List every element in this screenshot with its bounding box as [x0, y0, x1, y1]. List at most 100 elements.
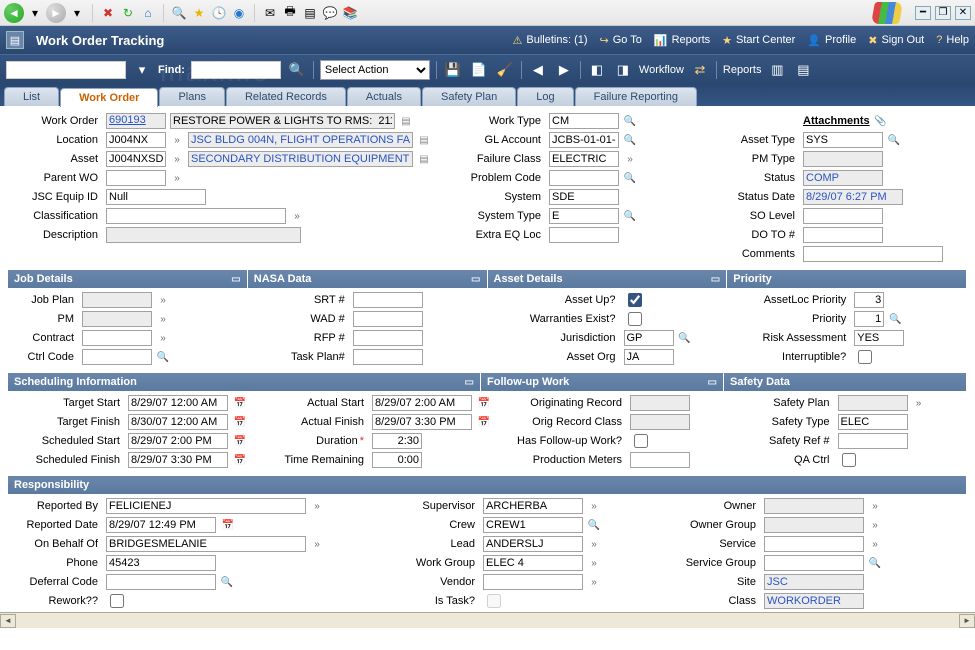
- longdesc-icon[interactable]: ▤: [399, 114, 413, 128]
- workflow-icon[interactable]: ⇄: [690, 60, 710, 80]
- systemtype-lookup-icon[interactable]: 🔍: [623, 209, 637, 223]
- work-order-link[interactable]: 690193: [109, 114, 146, 126]
- quicksearch-dropdown-icon[interactable]: ▾: [132, 60, 152, 80]
- route-stop-icon[interactable]: ◨: [613, 60, 633, 80]
- assettype-lookup-icon[interactable]: 🔍: [887, 133, 901, 147]
- signout-link[interactable]: ✖Sign Out: [868, 34, 924, 47]
- startcenter-link[interactable]: ★Start Center: [722, 34, 795, 47]
- safetyplan-lookup-icon[interactable]: »: [912, 396, 926, 410]
- lead-input[interactable]: [483, 536, 583, 552]
- problemcode-lookup-icon[interactable]: 🔍: [623, 171, 637, 185]
- deferral-input[interactable]: [106, 574, 216, 590]
- horizontal-scrollbar[interactable]: ◄ ►: [0, 612, 975, 628]
- search-icon[interactable]: 🔍: [170, 4, 188, 22]
- assetup-checkbox[interactable]: [628, 293, 642, 307]
- stop-icon[interactable]: ✖: [99, 4, 117, 22]
- owner-lookup-icon[interactable]: »: [868, 499, 882, 513]
- jurisdiction-lookup-icon[interactable]: 🔍: [678, 331, 692, 345]
- tab-log[interactable]: Log: [517, 87, 573, 106]
- tab-list[interactable]: List: [4, 87, 59, 106]
- qactrl-checkbox[interactable]: [842, 453, 856, 467]
- calendar-icon[interactable]: 📅: [232, 453, 248, 467]
- edit-icon[interactable]: ▤: [301, 4, 319, 22]
- comments-input[interactable]: [803, 246, 943, 262]
- home-icon[interactable]: ⌂: [139, 4, 157, 22]
- reportedby-lookup-icon[interactable]: »: [310, 499, 324, 513]
- select-action-dropdown[interactable]: Select Action: [320, 60, 430, 80]
- risk-input[interactable]: [854, 330, 904, 346]
- priority-lookup-icon[interactable]: 🔍: [888, 312, 902, 326]
- asset-input[interactable]: [106, 151, 166, 167]
- reports-run-icon[interactable]: ▥: [767, 60, 787, 80]
- ctrlcode-input[interactable]: [82, 349, 152, 365]
- problemcode-input[interactable]: [549, 170, 619, 186]
- bulletins-link[interactable]: ⚠Bulletins: (1): [513, 34, 588, 47]
- quicksearch-input[interactable]: [6, 61, 126, 79]
- workgroup-input[interactable]: [483, 555, 583, 571]
- wad-input[interactable]: [353, 311, 423, 327]
- asset-lookup-icon[interactable]: »: [170, 152, 184, 166]
- worktype-lookup-icon[interactable]: 🔍: [623, 114, 637, 128]
- description-input[interactable]: [106, 227, 301, 243]
- taskplan-input[interactable]: [353, 349, 423, 365]
- classification-lookup-icon[interactable]: »: [290, 209, 304, 223]
- tab-plans[interactable]: Plans: [159, 87, 225, 106]
- ownergroup-lookup-icon[interactable]: »: [868, 518, 882, 532]
- work-order-desc[interactable]: [170, 113, 395, 129]
- tab-work-order[interactable]: Work Order: [60, 88, 158, 107]
- back-dropdown-icon[interactable]: ▾: [26, 4, 44, 22]
- system-input[interactable]: [549, 189, 619, 205]
- prev-icon[interactable]: ◀: [528, 60, 548, 80]
- route-start-icon[interactable]: ◧: [587, 60, 607, 80]
- failureclass-lookup-icon[interactable]: »: [623, 152, 637, 166]
- onbehalf-input[interactable]: [106, 536, 306, 552]
- assetorg-input[interactable]: [624, 349, 674, 365]
- jurisdiction-input[interactable]: [624, 330, 674, 346]
- extraeq-input[interactable]: [549, 227, 619, 243]
- vendor-lookup-icon[interactable]: »: [587, 575, 601, 589]
- classification-input[interactable]: [106, 208, 286, 224]
- attachments-icon[interactable]: 📎: [874, 114, 888, 128]
- calendar-icon[interactable]: 📅: [232, 415, 248, 429]
- solevel-input[interactable]: [803, 208, 883, 224]
- calendar-icon[interactable]: 📅: [476, 415, 492, 429]
- location-lookup-icon[interactable]: »: [170, 133, 184, 147]
- window-minimize-button[interactable]: ━: [915, 6, 931, 20]
- crew-lookup-icon[interactable]: 🔍: [587, 518, 601, 532]
- ctrlcode-lookup-icon[interactable]: 🔍: [156, 350, 170, 364]
- scroll-right-button[interactable]: ►: [959, 614, 975, 628]
- section-collapse-icon[interactable]: ▭: [231, 274, 240, 285]
- discuss-icon[interactable]: 💬: [321, 4, 339, 22]
- history-icon[interactable]: 🕓: [210, 4, 228, 22]
- find-input[interactable]: [191, 61, 281, 79]
- parentwo-lookup-icon[interactable]: »: [170, 171, 184, 185]
- research-icon[interactable]: 📚: [341, 4, 359, 22]
- glaccount-lookup-icon[interactable]: 🔍: [623, 133, 637, 147]
- tab-failure-reporting[interactable]: Failure Reporting: [575, 87, 697, 106]
- nav-forward-icon[interactable]: ►: [46, 3, 66, 23]
- service-input[interactable]: [764, 536, 864, 552]
- doto-input[interactable]: [803, 227, 883, 243]
- actualstart-input[interactable]: [372, 395, 472, 411]
- clear-icon[interactable]: 🧹: [495, 60, 515, 80]
- servicegroup-lookup-icon[interactable]: 🔍: [868, 556, 882, 570]
- section-collapse-icon[interactable]: ▭: [711, 274, 720, 285]
- service-lookup-icon[interactable]: »: [868, 537, 882, 551]
- lead-lookup-icon[interactable]: »: [587, 537, 601, 551]
- refresh-icon[interactable]: ↻: [119, 4, 137, 22]
- onbehalf-lookup-icon[interactable]: »: [310, 537, 324, 551]
- jscequip-input[interactable]: [106, 189, 206, 205]
- favorites-icon[interactable]: ★: [190, 4, 208, 22]
- rfp-input[interactable]: [353, 330, 423, 346]
- longdesc-icon[interactable]: ▤: [417, 133, 431, 147]
- next-icon[interactable]: ▶: [554, 60, 574, 80]
- phone-input[interactable]: [106, 555, 216, 571]
- help-link[interactable]: ?Help: [936, 34, 969, 46]
- supervisor-input[interactable]: [483, 498, 583, 514]
- tab-safety-plan[interactable]: Safety Plan: [422, 87, 516, 106]
- save-icon[interactable]: 💾: [443, 60, 463, 80]
- section-collapse-icon[interactable]: ▭: [465, 377, 474, 388]
- new-icon[interactable]: 📄: [469, 60, 489, 80]
- pm-input[interactable]: [82, 311, 152, 327]
- safetyplan-input[interactable]: [838, 395, 908, 411]
